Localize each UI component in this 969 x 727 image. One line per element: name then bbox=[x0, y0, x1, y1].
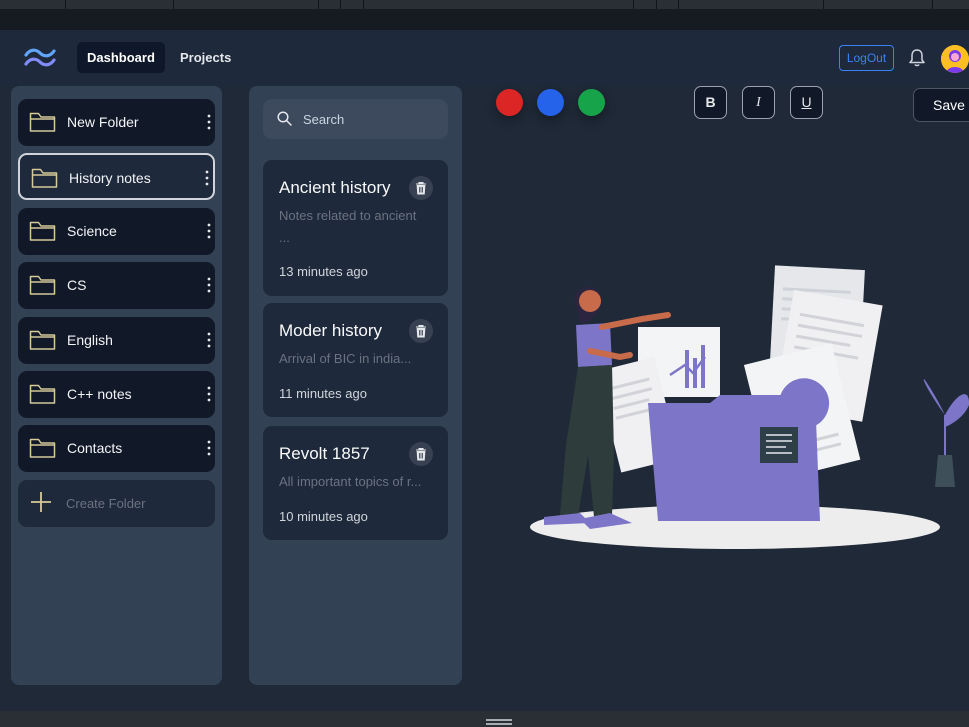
plus-icon bbox=[31, 492, 51, 512]
color-green-button[interactable] bbox=[578, 89, 605, 116]
bold-button[interactable]: B bbox=[694, 86, 727, 119]
folder-icon bbox=[29, 275, 56, 295]
note-card[interactable]: Moder history Arrival of BIC in india...… bbox=[263, 303, 448, 417]
note-title: Moder history bbox=[279, 321, 382, 340]
kebab-menu-icon[interactable] bbox=[205, 170, 209, 186]
trash-icon bbox=[416, 324, 426, 338]
logout-button[interactable]: LogOut bbox=[839, 45, 894, 71]
folders-panel: New Folder History notes Science CS Engl… bbox=[11, 86, 222, 685]
folder-label: CS bbox=[67, 277, 87, 293]
folder-item[interactable]: Science bbox=[18, 208, 215, 255]
folder-label: New Folder bbox=[67, 114, 139, 130]
color-blue-button[interactable] bbox=[537, 89, 564, 116]
folder-icon bbox=[29, 112, 56, 132]
kebab-menu-icon[interactable] bbox=[207, 440, 211, 456]
note-snippet: All important topics of r... bbox=[279, 474, 422, 489]
note-snippet: Arrival of BIC in india... bbox=[279, 351, 412, 366]
note-card[interactable]: Revolt 1857 All important topics of r...… bbox=[263, 426, 448, 540]
save-button[interactable]: Save bbox=[913, 88, 969, 122]
create-folder-label: Create Folder bbox=[66, 496, 146, 511]
folder-label: History notes bbox=[69, 170, 151, 186]
delete-note-button[interactable] bbox=[409, 319, 433, 343]
window-top-strip bbox=[0, 0, 969, 30]
color-red-button[interactable] bbox=[496, 89, 523, 116]
note-title: Ancient history bbox=[279, 178, 391, 197]
nav-dashboard[interactable]: Dashboard bbox=[77, 42, 165, 73]
folder-item[interactable]: CS bbox=[18, 262, 215, 309]
empty-state-illustration bbox=[530, 265, 969, 549]
folder-item[interactable]: C++ notes bbox=[18, 371, 215, 418]
avatar[interactable] bbox=[941, 45, 969, 73]
nav-projects[interactable]: Projects bbox=[170, 42, 241, 73]
ruler bbox=[0, 0, 969, 9]
delete-note-button[interactable] bbox=[409, 176, 433, 200]
bottom-bar bbox=[0, 711, 969, 727]
trash-icon bbox=[416, 447, 426, 461]
italic-button[interactable]: I bbox=[742, 86, 775, 119]
bell-icon[interactable] bbox=[907, 48, 927, 68]
kebab-menu-icon[interactable] bbox=[207, 332, 211, 348]
search-box[interactable] bbox=[263, 99, 448, 139]
folder-icon bbox=[29, 221, 56, 241]
note-time: 13 minutes ago bbox=[279, 264, 368, 279]
folder-item[interactable]: New Folder bbox=[18, 99, 215, 146]
folder-item-selected[interactable]: History notes bbox=[18, 153, 215, 200]
search-icon bbox=[277, 111, 292, 126]
folder-label: Contacts bbox=[67, 440, 123, 456]
kebab-menu-icon[interactable] bbox=[207, 386, 211, 402]
folder-icon bbox=[29, 438, 56, 458]
underline-button[interactable]: U bbox=[790, 86, 823, 119]
note-title: Revolt 1857 bbox=[279, 444, 370, 463]
folder-icon bbox=[31, 168, 58, 188]
tailwind-logo-icon[interactable] bbox=[24, 47, 56, 69]
folder-item[interactable]: English bbox=[18, 317, 215, 364]
folder-label: Science bbox=[67, 223, 117, 239]
navbar: Dashboard Projects LogOut bbox=[0, 30, 969, 86]
search-input[interactable] bbox=[303, 109, 433, 129]
note-time: 10 minutes ago bbox=[279, 509, 368, 524]
folder-label: English bbox=[67, 332, 113, 348]
delete-note-button[interactable] bbox=[409, 442, 433, 466]
note-snippet: Notes related to ancient bbox=[279, 208, 417, 223]
create-folder-button[interactable]: Create Folder bbox=[18, 480, 215, 527]
note-card[interactable]: Ancient history Notes related to ancient… bbox=[263, 160, 448, 296]
note-time: 11 minutes ago bbox=[279, 386, 367, 401]
kebab-menu-icon[interactable] bbox=[207, 223, 211, 239]
folder-label: C++ notes bbox=[67, 386, 132, 402]
resize-handle-icon[interactable] bbox=[486, 719, 512, 725]
folder-icon bbox=[29, 330, 56, 350]
kebab-menu-icon[interactable] bbox=[207, 114, 211, 130]
trash-icon bbox=[416, 181, 426, 195]
kebab-menu-icon[interactable] bbox=[207, 277, 211, 293]
folder-icon bbox=[29, 384, 56, 404]
note-snippet-cont: ... bbox=[279, 230, 290, 245]
notes-panel: Ancient history Notes related to ancient… bbox=[249, 86, 462, 685]
folder-item[interactable]: Contacts bbox=[18, 425, 215, 472]
